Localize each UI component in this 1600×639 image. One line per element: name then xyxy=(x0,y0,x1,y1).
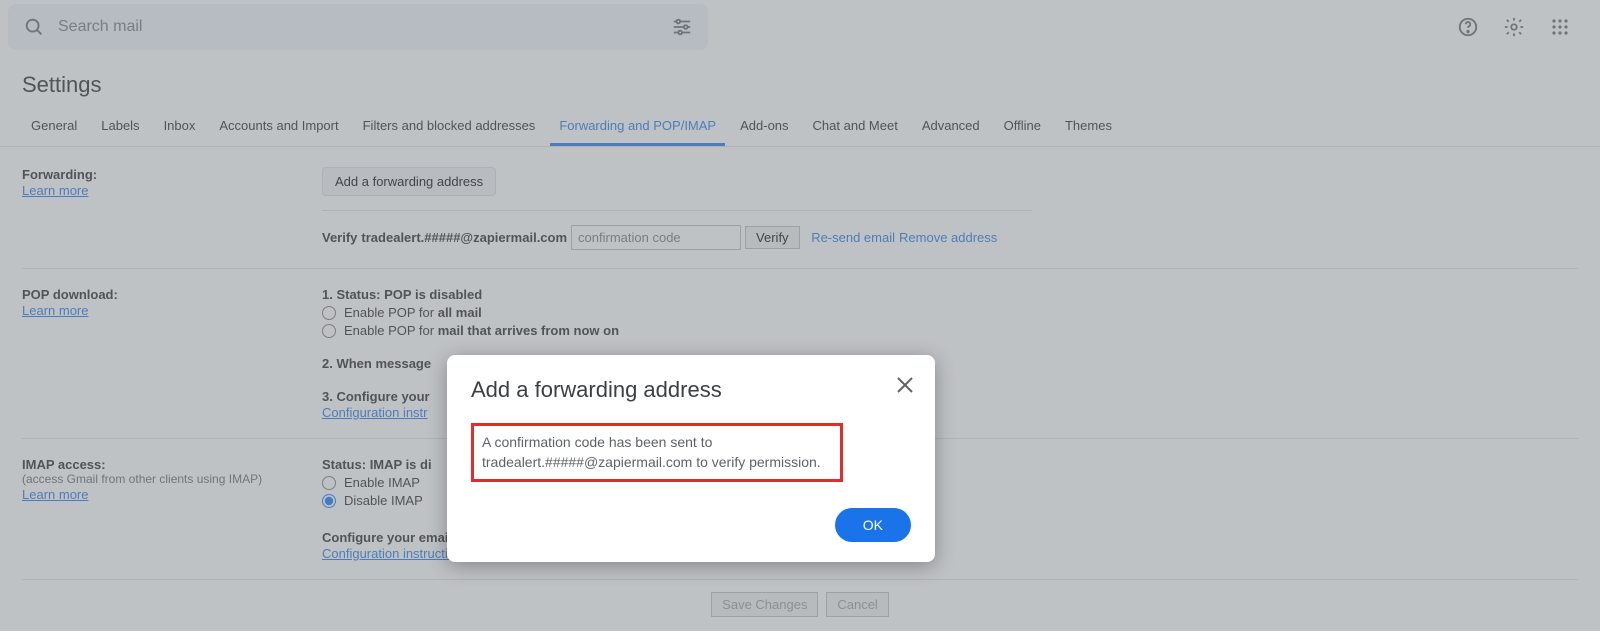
confirmation-message-box: A confirmation code has been sent to tra… xyxy=(471,423,843,482)
confirmation-message: A confirmation code has been sent to tra… xyxy=(482,432,832,473)
ok-button[interactable]: OK xyxy=(835,508,911,542)
forwarding-modal: Add a forwarding address A confirmation … xyxy=(447,355,935,562)
modal-title: Add a forwarding address xyxy=(471,377,911,403)
close-icon[interactable] xyxy=(893,373,917,397)
